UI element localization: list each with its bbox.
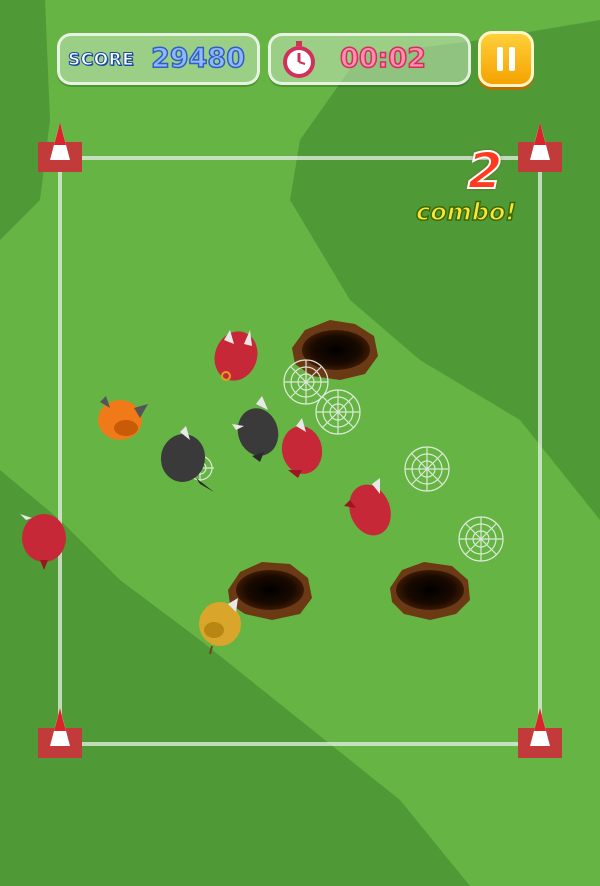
score-value: 29480 [150, 42, 245, 75]
spider-web [315, 389, 361, 435]
game-field[interactable] [0, 0, 600, 886]
score-label: SCORE [67, 50, 135, 71]
combo-count: 2 [467, 141, 504, 201]
pause-button[interactable] [478, 31, 534, 87]
stopwatch-icon [283, 41, 315, 78]
timer-value: 00:02 [339, 42, 426, 75]
combo-label: combo! [415, 197, 517, 227]
spider-web [458, 516, 504, 562]
pause-icon [496, 47, 516, 71]
timer-panel: 00:02 [268, 33, 471, 85]
spider-web [404, 446, 450, 492]
score-panel: SCORE 29480 [57, 33, 260, 85]
